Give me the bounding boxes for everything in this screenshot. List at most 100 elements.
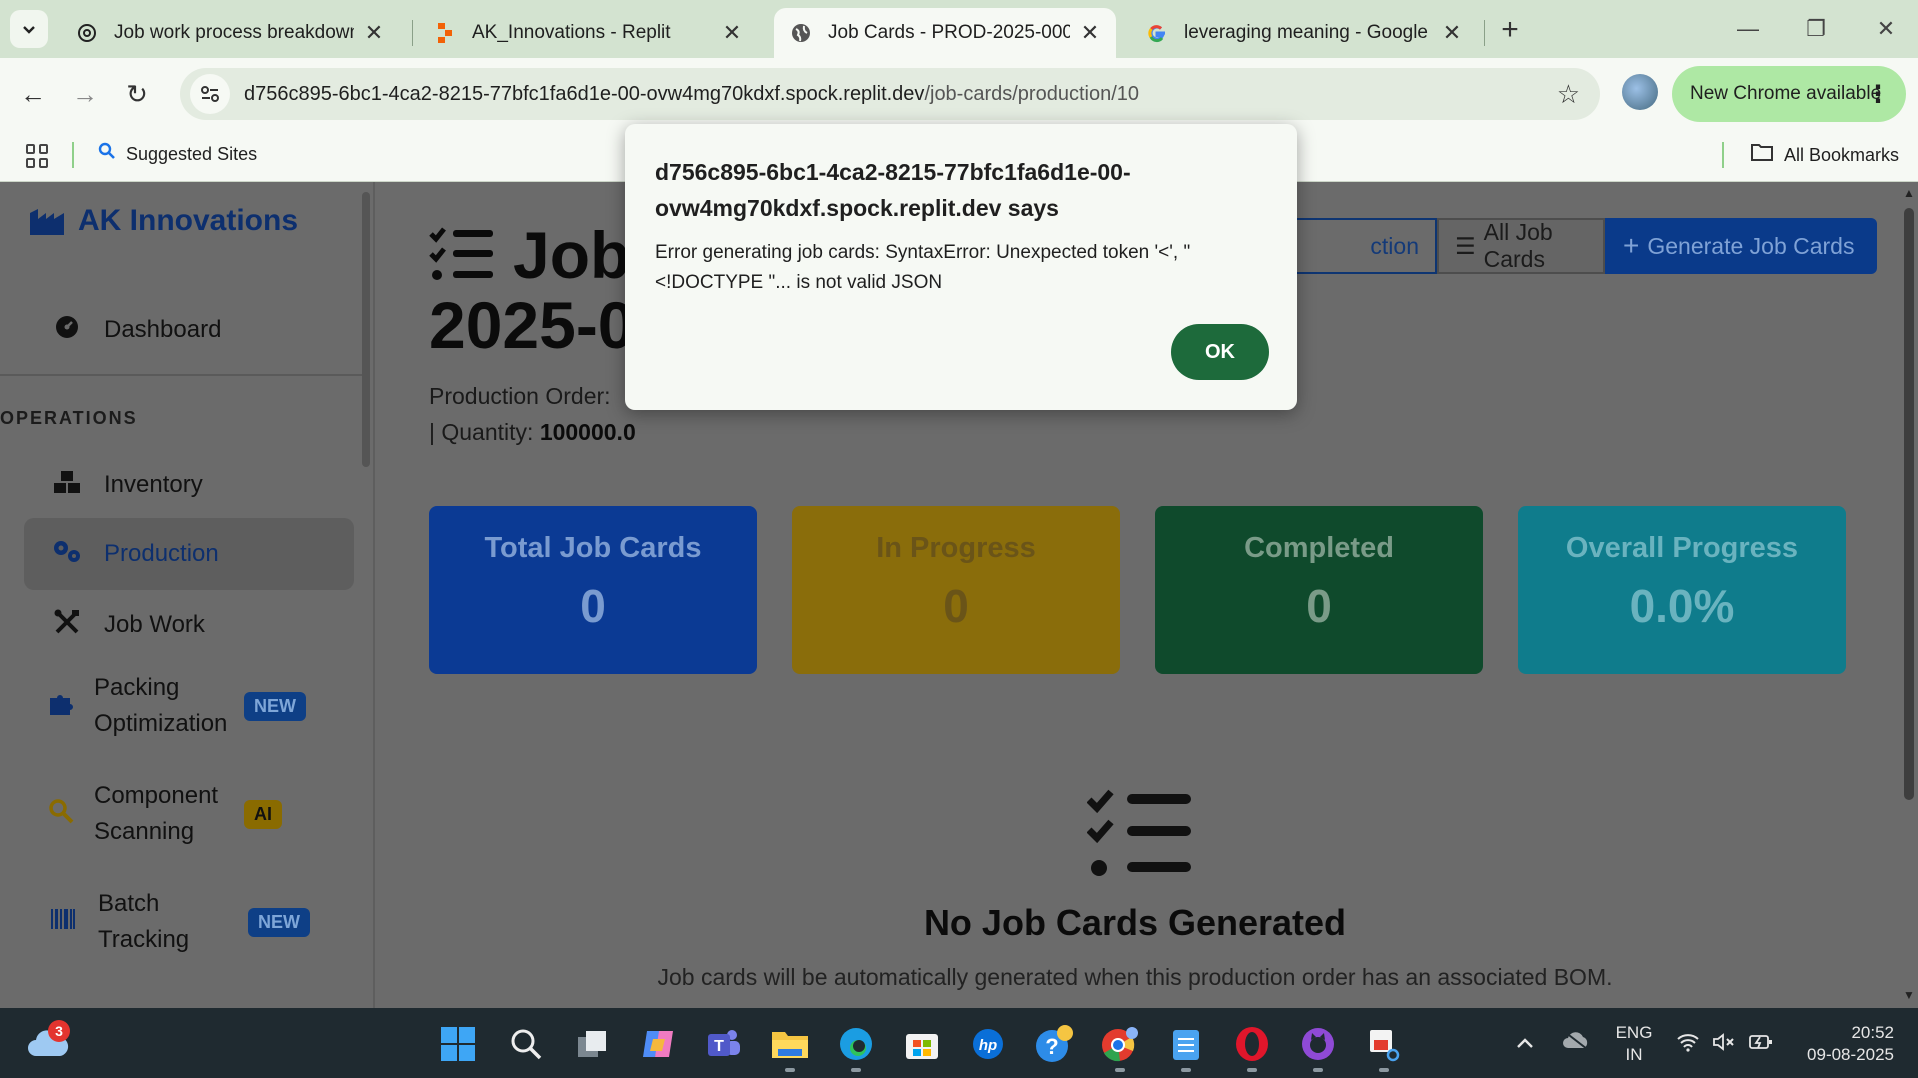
boxes-icon bbox=[50, 470, 84, 501]
forward-button[interactable]: → bbox=[64, 73, 106, 115]
notepad-button[interactable] bbox=[1164, 1022, 1208, 1066]
stat-card-completed: Completed 0 bbox=[1155, 506, 1483, 674]
more-menu-icon[interactable]: ⋮ bbox=[1866, 80, 1890, 109]
alert-dialog: d756c895-6bc1-4ca2-8215-77bfc1fa6d1e-00-… bbox=[625, 124, 1297, 410]
new-tab-button[interactable]: + bbox=[1492, 12, 1528, 48]
search-icon bbox=[98, 142, 116, 166]
back-to-production-button[interactable]: ction bbox=[1285, 218, 1437, 274]
generate-job-cards-button[interactable]: + Generate Job Cards bbox=[1605, 218, 1877, 274]
update-label: New Chrome available bbox=[1690, 83, 1882, 104]
hp-app-button[interactable]: hp bbox=[966, 1022, 1010, 1066]
page-actions: ction ☰ All Job Cards + Generate Job Car… bbox=[1285, 218, 1877, 274]
running-indicator bbox=[1379, 1068, 1389, 1072]
sidebar-item-label: Inventory bbox=[104, 471, 203, 498]
tab-search-button[interactable] bbox=[10, 10, 48, 48]
sidebar-item-label: Job Work bbox=[104, 611, 205, 638]
running-indicator bbox=[1181, 1068, 1191, 1072]
sidebar-item-production[interactable]: Production bbox=[24, 518, 354, 590]
close-window-button[interactable]: ✕ bbox=[1856, 6, 1916, 52]
language-indicator[interactable]: ENG IN bbox=[1614, 1022, 1654, 1066]
close-icon[interactable]: ✕ bbox=[1440, 20, 1464, 45]
start-button[interactable] bbox=[436, 1022, 480, 1066]
stat-label: Total Job Cards bbox=[484, 532, 702, 564]
chrome-update-button[interactable]: New Chrome available ⋮ bbox=[1672, 66, 1906, 122]
bookmark-label: All Bookmarks bbox=[1784, 144, 1900, 165]
all-job-cards-button[interactable]: ☰ All Job Cards bbox=[1437, 218, 1605, 274]
sidebar-item-inventory[interactable]: Inventory bbox=[24, 456, 354, 514]
edge-icon bbox=[840, 1028, 872, 1060]
sidebar-item-component-scanning[interactable]: Component Scanning AI bbox=[24, 772, 354, 856]
tab-separator bbox=[1484, 20, 1485, 46]
plus-icon: + bbox=[1623, 230, 1640, 261]
plus-icon: + bbox=[1501, 13, 1519, 46]
sidebar-item-label: Production bbox=[104, 540, 219, 567]
copilot-button[interactable] bbox=[636, 1022, 680, 1066]
close-icon[interactable]: ✕ bbox=[1078, 20, 1102, 45]
task-view-button[interactable] bbox=[570, 1022, 614, 1066]
url-text[interactable]: d756c895-6bc1-4ca2-8215-77bfc1fa6d1e-00-… bbox=[244, 83, 1139, 106]
edge-button[interactable] bbox=[834, 1022, 878, 1066]
svg-text:?: ? bbox=[1045, 1034, 1058, 1059]
sidebar-item-batch-tracking[interactable]: Batch Tracking NEW bbox=[24, 880, 354, 964]
speaker-muted-icon[interactable] bbox=[1712, 1032, 1736, 1058]
chevron-up-icon[interactable] bbox=[1516, 1032, 1534, 1055]
gauge-icon bbox=[50, 315, 84, 346]
file-explorer-button[interactable] bbox=[768, 1022, 812, 1066]
tab-replit[interactable]: AK_Innovations - Replit ✕ bbox=[418, 8, 758, 58]
system-clock[interactable]: 20:52 09-08-2025 bbox=[1794, 1022, 1894, 1066]
microsoft-store-button[interactable] bbox=[900, 1022, 944, 1066]
snipping-tool-button[interactable] bbox=[1362, 1022, 1406, 1066]
scroll-down-icon[interactable]: ▼ bbox=[1903, 988, 1915, 1002]
brand-logo[interactable]: AK Innovations bbox=[30, 204, 298, 238]
restore-button[interactable]: ❐ bbox=[1786, 6, 1846, 52]
tab-job-cards[interactable]: Job Cards - PROD-2025-0003 - ✕ bbox=[774, 8, 1116, 58]
ok-button[interactable]: OK bbox=[1171, 324, 1269, 380]
site-settings-icon[interactable] bbox=[190, 74, 230, 114]
new-badge: NEW bbox=[248, 907, 310, 937]
bookmark-star-icon[interactable]: ☆ bbox=[1557, 79, 1580, 110]
teams-button[interactable]: T bbox=[702, 1022, 746, 1066]
opera-icon bbox=[1236, 1027, 1268, 1061]
quantity-value: 100000.0 bbox=[539, 419, 636, 445]
close-icon[interactable]: ✕ bbox=[720, 20, 744, 45]
sidebar-item-label: Dashboard bbox=[104, 316, 222, 343]
back-button[interactable]: ← bbox=[12, 73, 54, 115]
battery-charging-icon[interactable] bbox=[1748, 1032, 1774, 1058]
clock-time: 20:52 bbox=[1851, 1023, 1894, 1042]
running-indicator bbox=[851, 1068, 861, 1072]
apps-grid-icon[interactable] bbox=[26, 144, 50, 168]
page-scrollbar[interactable]: ▲ ▼ bbox=[1900, 182, 1918, 1008]
teams-icon: T bbox=[708, 1030, 740, 1056]
opera-button[interactable] bbox=[1230, 1022, 1274, 1066]
sidebar-divider bbox=[0, 374, 362, 376]
onedrive-icon[interactable] bbox=[1562, 1030, 1590, 1056]
address-bar[interactable]: d756c895-6bc1-4ca2-8215-77bfc1fa6d1e-00-… bbox=[180, 68, 1600, 120]
scrollbar-thumb[interactable] bbox=[1904, 208, 1914, 800]
barcode-icon bbox=[46, 908, 80, 937]
github-desktop-button[interactable] bbox=[1296, 1022, 1340, 1066]
wifi-icon[interactable] bbox=[1676, 1032, 1700, 1058]
reload-button[interactable]: ↻ bbox=[116, 73, 158, 115]
minimize-button[interactable]: — bbox=[1718, 6, 1778, 52]
bookmark-suggested-sites[interactable]: Suggested Sites bbox=[98, 142, 257, 166]
cogs-icon bbox=[50, 539, 84, 570]
stat-value: 0 bbox=[580, 580, 606, 632]
sidebar-item-job-work[interactable]: Job Work bbox=[24, 596, 354, 654]
chrome-icon bbox=[1102, 1027, 1138, 1062]
profile-avatar[interactable] bbox=[1622, 74, 1658, 110]
button-label: Generate Job Cards bbox=[1647, 232, 1855, 259]
scroll-up-icon[interactable]: ▲ bbox=[1903, 186, 1915, 200]
all-bookmarks-button[interactable]: All Bookmarks bbox=[1750, 142, 1899, 168]
notepad-icon bbox=[1173, 1030, 1199, 1060]
get-help-button[interactable]: ? bbox=[1032, 1022, 1076, 1066]
notification-count-badge: 3 bbox=[48, 1020, 70, 1042]
taskbar-search-button[interactable] bbox=[504, 1022, 548, 1066]
sidebar-scrollbar[interactable] bbox=[362, 192, 370, 467]
new-badge: NEW bbox=[244, 691, 306, 721]
sidebar-item-dashboard[interactable]: Dashboard bbox=[24, 306, 354, 354]
chrome-button[interactable] bbox=[1098, 1022, 1142, 1066]
tab-job-work[interactable]: Job work process breakdown ✕ bbox=[60, 8, 400, 58]
close-icon[interactable]: ✕ bbox=[362, 20, 386, 45]
sidebar-item-packing-optimization[interactable]: Packing Optimization NEW bbox=[24, 664, 354, 748]
tab-google[interactable]: leveraging meaning - Google S ✕ bbox=[1130, 8, 1478, 58]
